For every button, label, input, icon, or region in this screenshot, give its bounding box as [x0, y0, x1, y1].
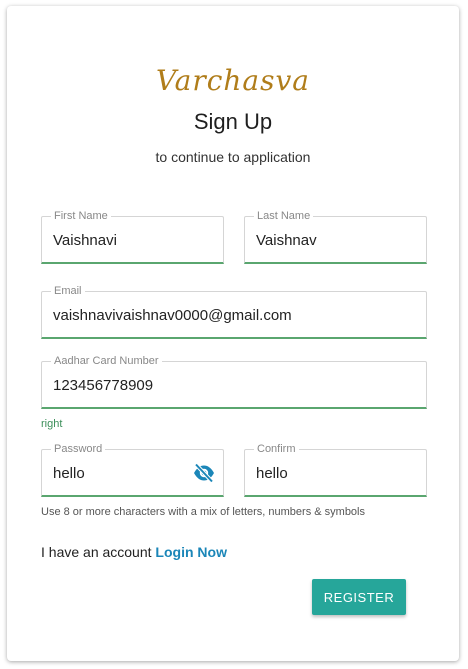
account-prompt: I have an account Login Now — [41, 544, 227, 560]
register-button[interactable]: REGISTER — [312, 579, 406, 615]
confirm-value: hello — [256, 465, 288, 482]
email-field[interactable]: Email vaishnavivaishnav0000@gmail.com — [41, 284, 427, 339]
first-name-value: Vaishnavi — [53, 232, 117, 249]
confirm-field[interactable]: Confirm hello — [244, 442, 427, 497]
password-field[interactable]: Password hello — [41, 442, 224, 497]
first-name-field[interactable]: First Name Vaishnavi — [41, 209, 224, 264]
account-text: I have an account — [41, 544, 152, 560]
aadhar-validation-text: right — [41, 418, 63, 430]
aadhar-field[interactable]: Aadhar Card Number 123456778909 — [41, 354, 427, 409]
last-name-field[interactable]: Last Name Vaishnav — [244, 209, 427, 264]
eye-off-icon[interactable] — [192, 463, 216, 483]
login-now-link[interactable]: Login Now — [155, 544, 227, 560]
password-value: hello — [53, 465, 85, 482]
first-name-label: First Name — [51, 209, 111, 223]
aadhar-label: Aadhar Card Number — [51, 354, 162, 368]
email-label: Email — [51, 284, 85, 298]
aadhar-value: 123456778909 — [53, 377, 154, 394]
signup-card: Varchasva Sign Up to continue to applica… — [7, 6, 459, 661]
last-name-value: Vaishnav — [256, 232, 317, 249]
password-hint: Use 8 or more characters with a mix of l… — [41, 506, 365, 518]
last-name-label: Last Name — [254, 209, 314, 223]
password-label: Password — [51, 442, 106, 456]
brand-logo: Varchasva — [155, 64, 311, 97]
confirm-label: Confirm — [254, 442, 299, 456]
page-subtitle: to continue to application — [155, 149, 311, 165]
email-value: vaishnavivaishnav0000@gmail.com — [53, 307, 292, 324]
page-title: Sign Up — [193, 109, 273, 134]
